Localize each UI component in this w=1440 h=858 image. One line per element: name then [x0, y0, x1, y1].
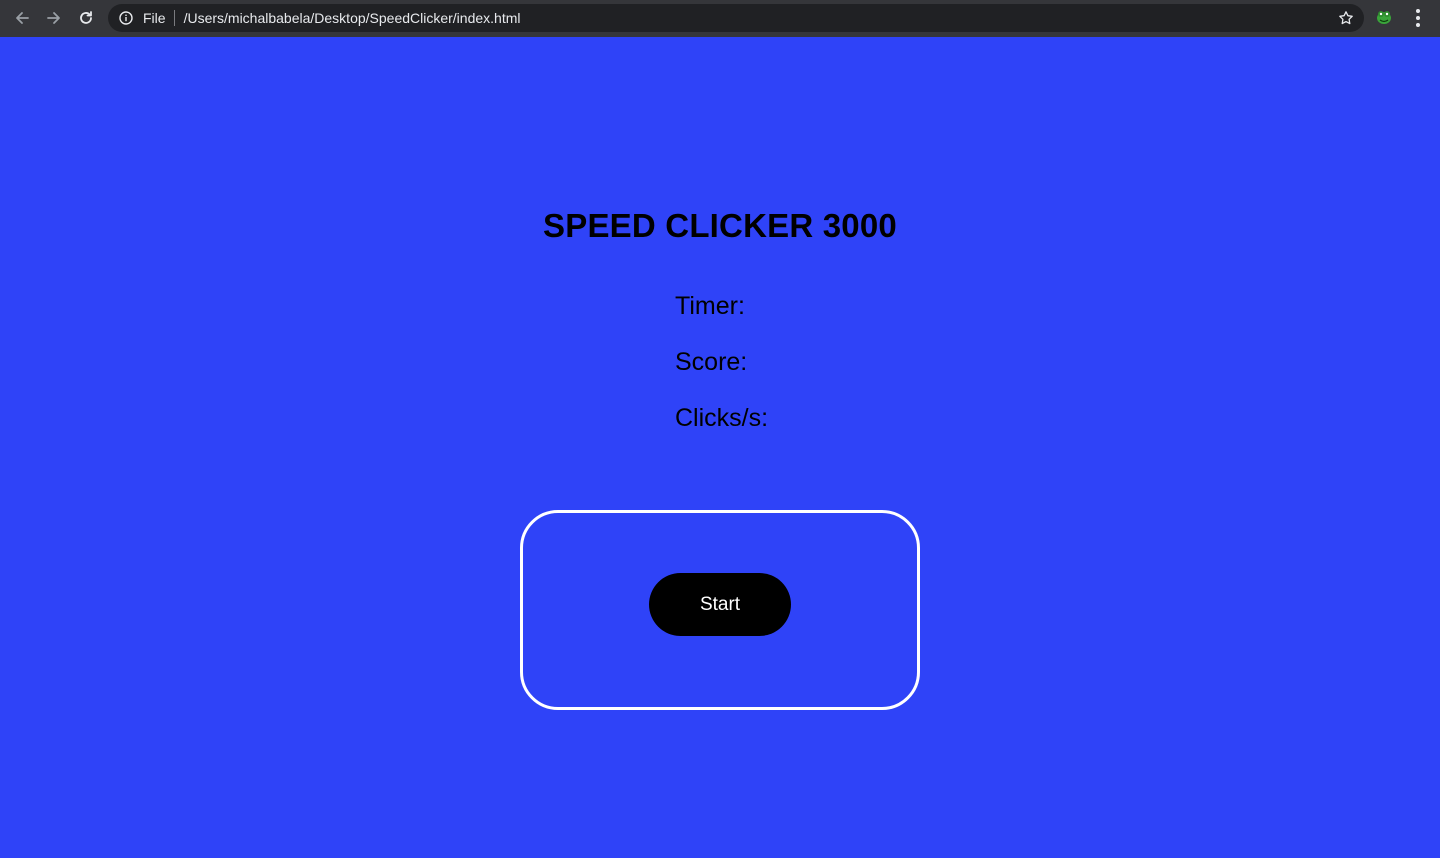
reload-icon [80, 11, 92, 24]
reload-button[interactable] [74, 6, 98, 30]
bookmark-star-button[interactable] [1338, 10, 1354, 26]
arrow-right-icon [47, 12, 60, 24]
address-bar[interactable]: File /Users/michalbabela/Desktop/SpeedCl… [108, 4, 1364, 32]
kebab-menu-icon [1416, 9, 1420, 13]
timer-label: Timer: [675, 292, 745, 320]
url-text[interactable]: /Users/michalbabela/Desktop/SpeedClicker… [184, 10, 521, 26]
arrow-left-icon [16, 12, 29, 24]
scheme-label: File [143, 10, 166, 26]
address-divider [173, 10, 175, 26]
back-button[interactable] [10, 6, 34, 30]
clicks-per-second-label: Clicks/s: [675, 404, 769, 432]
browser-toolbar: File /Users/michalbabela/Desktop/SpeedCl… [0, 0, 1440, 37]
info-icon[interactable] [118, 10, 134, 26]
page-title: SPEED CLICKER 3000 [543, 207, 897, 244]
extension-button[interactable] [1373, 6, 1395, 28]
star-icon [1339, 11, 1353, 25]
score-label: Score: [675, 348, 748, 376]
start-button[interactable]: Start [649, 573, 791, 636]
extension-icon [1377, 11, 1391, 24]
forward-button[interactable] [42, 6, 66, 30]
browser-menu-button[interactable] [1410, 8, 1426, 28]
